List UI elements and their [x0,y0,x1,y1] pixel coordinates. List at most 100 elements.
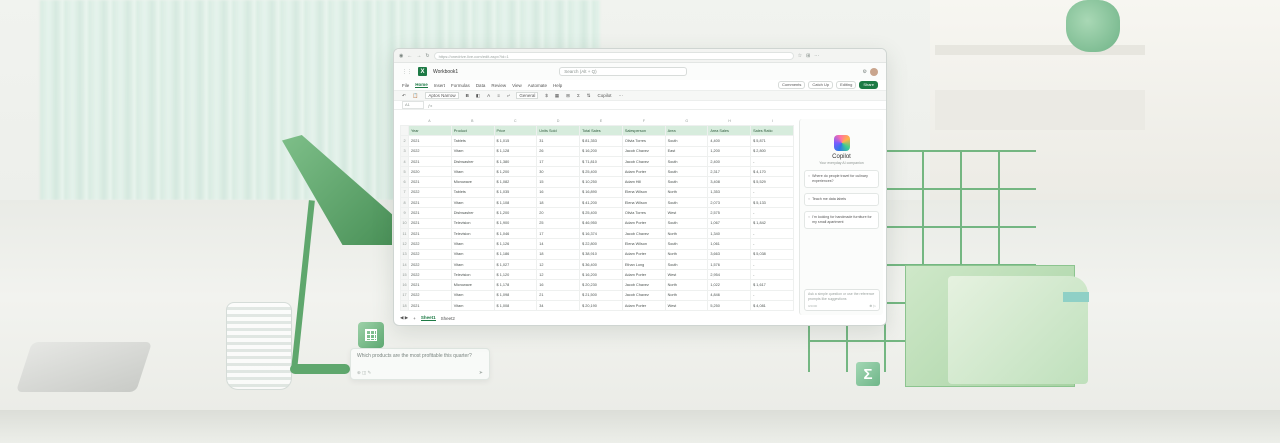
cell[interactable]: 4,400 [707,135,752,147]
column-letter[interactable]: I [751,119,794,125]
cell[interactable]: 4,846 [707,289,752,302]
tab-view[interactable]: View [512,83,522,88]
cell[interactable]: North [664,289,709,302]
cell[interactable]: - [750,186,794,199]
cell[interactable]: Television [450,217,495,229]
cell[interactable]: $ 1,027 [493,258,538,271]
tab-automate[interactable]: Automate [528,83,547,88]
cell[interactable]: 1,061 [707,238,752,250]
table-row[interactable]: 18 2021 Vitam $ 1,008 34 $ 20,190 Adam Porter W… [400,300,794,312]
cell[interactable]: 14 [536,238,581,250]
cell[interactable]: $ 5,529 [750,176,794,188]
tab-formulas[interactable]: Formulas [451,83,470,88]
column-letter[interactable]: A [408,119,451,125]
cell[interactable]: Jacob Chavez [621,289,666,302]
table-row[interactable]: 16 2021 Microwave $ 1,178 16 $ 20,230 Jacob Ch… [400,279,794,291]
cell[interactable]: Adam Porter [621,248,666,260]
cell[interactable]: $ 1,178 [493,279,538,291]
row-number[interactable]: 4 [400,155,409,168]
suggestion-card[interactable]: ◌ Teach me data labels [804,193,879,206]
cell[interactable]: 2021 [408,197,452,209]
cell[interactable]: - [750,269,794,281]
cell[interactable]: 1,022 [707,279,752,291]
row-number[interactable]: 17 [400,289,409,302]
cell[interactable]: 2,317 [707,166,752,178]
cell[interactable]: $ 1,098 [493,289,538,302]
cell[interactable]: Television [450,269,495,281]
cell[interactable]: $ 1,120 [493,269,538,281]
column-header[interactable]: Salesperson [621,124,666,137]
insert-cells-icon[interactable]: ⊞ [566,93,570,99]
menu-icon[interactable]: ⋯ [814,53,819,59]
cell[interactable]: $ 1,842 [750,217,794,229]
send-icon[interactable]: ⊕ ▷ [869,304,876,309]
cell[interactable]: Vitam [450,238,495,250]
bold-icon[interactable]: B [466,93,469,98]
cell[interactable]: Adam Porter [621,217,666,229]
cell[interactable]: South [664,258,709,271]
catch-up-button[interactable]: Catch Up [808,81,834,89]
table-row[interactable]: 11 2021 Television $ 1,046 17 $ 16,374 Jacob C… [400,227,794,240]
cell[interactable]: 2021 [408,176,452,188]
editing-button[interactable]: Editing [836,81,857,89]
row-number[interactable]: 2 [400,135,409,147]
cell[interactable]: - [750,238,794,250]
row-number[interactable]: 8 [400,197,409,209]
tab-help[interactable]: Help [553,83,562,88]
cell[interactable]: Vitam [450,248,495,260]
cell[interactable]: $ 41,200 [579,197,623,209]
cell[interactable]: 2,400 [707,155,752,168]
comments-button[interactable]: Comments [778,81,806,89]
cell[interactable]: 3,408 [707,176,752,188]
floating-prompt-card[interactable]: Which products are the most profitable t… [350,348,490,380]
cell[interactable]: $ 20,190 [579,300,623,312]
cell[interactable]: $ 22,800 [579,238,623,250]
more-icon[interactable]: ⋯ [619,93,624,99]
cell[interactable]: 2022 [408,289,452,302]
column-letter[interactable]: D [537,119,580,125]
font-color-icon[interactable]: A [487,93,490,98]
cell[interactable]: 2022 [408,186,452,199]
cell[interactable]: Adam Porter [621,269,666,281]
row-number[interactable]: 15 [400,269,409,281]
cell[interactable]: 16 [536,279,581,291]
avatar[interactable] [870,67,878,76]
cell[interactable]: - [750,227,794,240]
cell[interactable]: $ 1,108 [493,197,538,209]
star-icon[interactable]: ☆ [798,53,802,59]
cell[interactable]: $ 38,910 [579,248,623,260]
table-row[interactable]: 13 2022 Vitam $ 1,186 18 $ 38,910 Adam Porter N… [400,248,794,260]
table-row[interactable]: 6 2021 Microwave $ 1,082 15 $ 10,250 Adam Hill… [400,176,794,188]
table-row[interactable]: 15 2022 Television $ 1,120 12 $ 16,200 Adam Po… [400,269,794,281]
cell[interactable]: $ 2,800 [750,145,794,157]
column-header[interactable]: Total Sales [579,124,623,137]
cell[interactable]: South [664,217,709,229]
cell[interactable]: 2,575 [707,207,752,219]
cell[interactable]: $ 1,035 [493,186,538,199]
tab-file[interactable]: File [402,83,409,88]
cell[interactable]: Jacob Chavez [621,227,666,240]
row-number[interactable]: 12 [400,238,409,250]
cell[interactable]: West [664,269,709,281]
forward-icon[interactable]: → [416,53,421,59]
column-letter[interactable]: B [451,119,494,125]
cell[interactable]: $ 16,200 [579,269,623,281]
cell[interactable]: Adam Hill [621,176,666,188]
cell[interactable]: Elena Wilson [621,197,666,209]
cell[interactable]: $ 5,038 [750,248,794,260]
cell[interactable]: 2021 [408,155,452,168]
cell[interactable]: Elena Wilson [621,238,666,250]
row-number[interactable]: 13 [400,248,409,260]
row-number[interactable]: 5 [400,166,409,178]
cell[interactable]: East [664,145,709,157]
share-button[interactable]: Share [859,81,878,89]
cell[interactable]: 2021 [408,279,452,291]
undo-icon[interactable]: ↶ [402,93,406,99]
cell[interactable]: - [750,289,794,302]
cell[interactable]: $ 1,128 [493,145,538,157]
column-letter[interactable]: G [665,119,708,125]
cell[interactable]: $ 10,250 [579,176,623,188]
table-row[interactable]: 2 2021 Tablets $ 1,015 31 $ 81,353 Olivia Torr… [400,135,794,147]
table-row[interactable]: 17 2022 Vitam $ 1,098 21 $ 21,500 Jacob Chavez… [400,289,794,302]
cell[interactable]: - [750,207,794,219]
